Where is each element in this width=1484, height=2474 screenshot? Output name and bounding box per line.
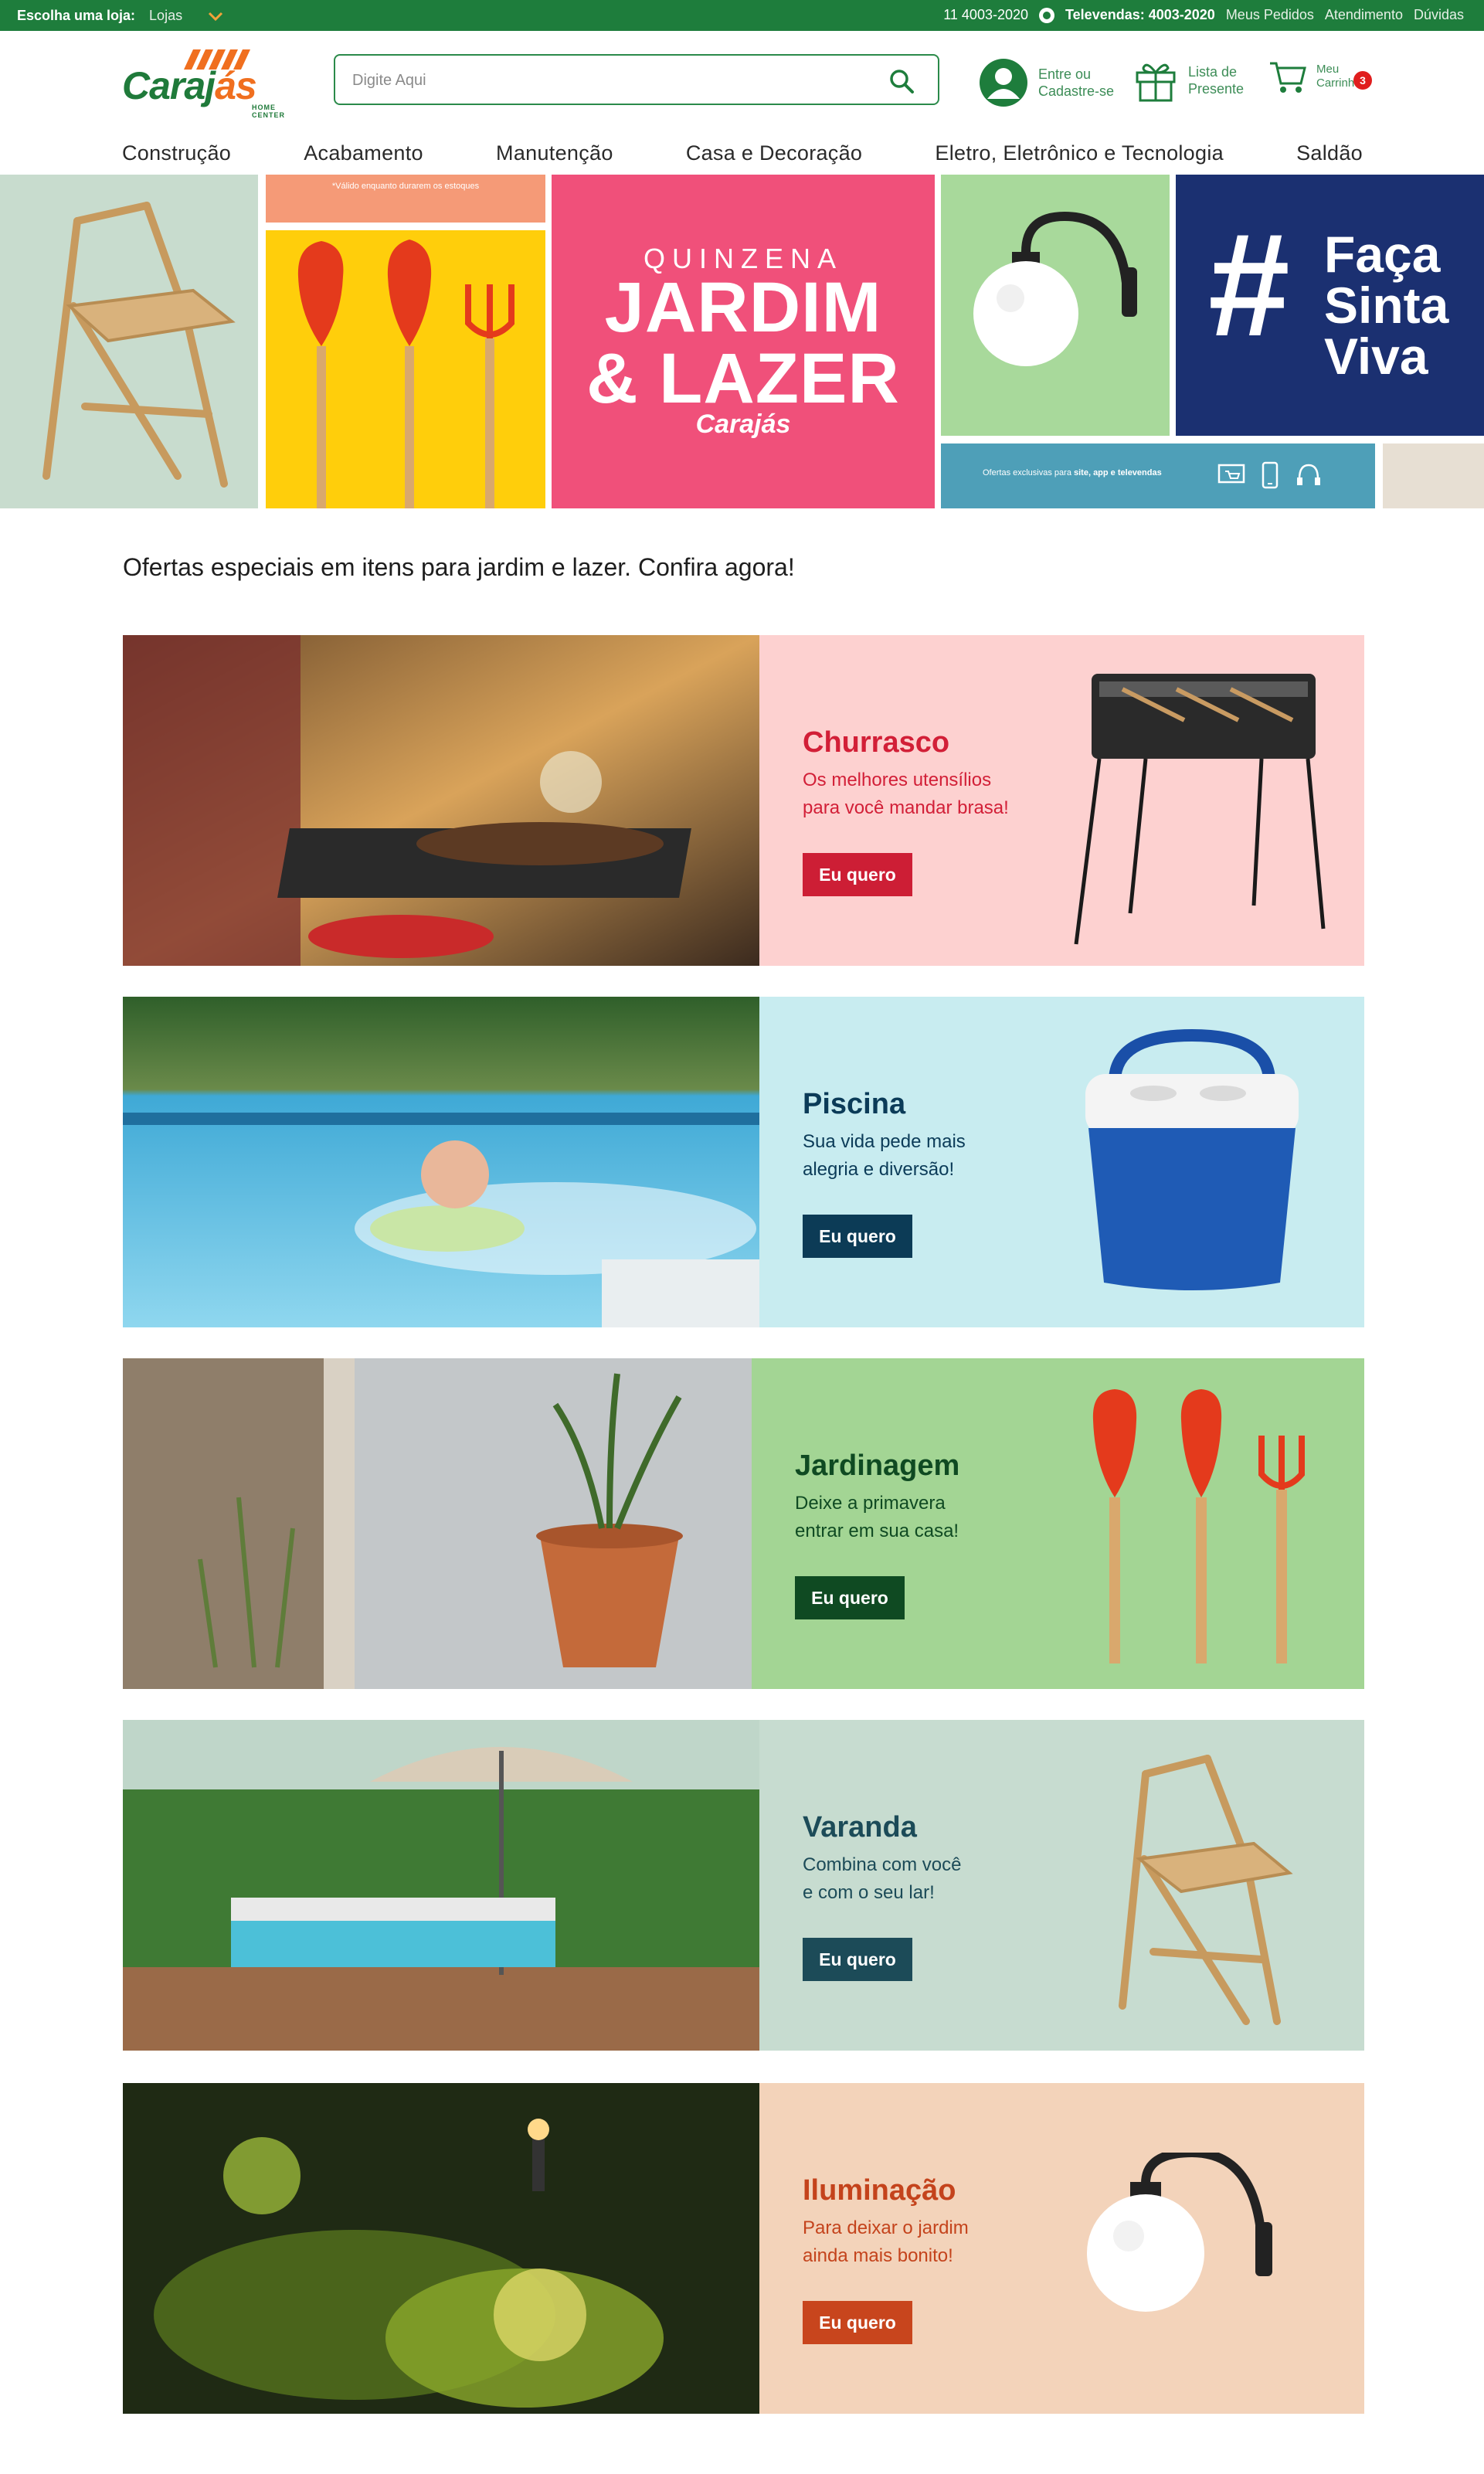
- gift-list-label[interactable]: Lista de Presente: [1188, 63, 1273, 97]
- hero-beige-tile: [1383, 443, 1484, 508]
- wall-lamp-image: [973, 211, 1137, 366]
- logo-tagline: HOME CENTER: [252, 104, 286, 119]
- main-navigation: Construção Acabamento Manutenção Casa e …: [122, 136, 1363, 170]
- barbecue-grill-image: [1074, 674, 1326, 945]
- cart-icon[interactable]: [1268, 57, 1307, 96]
- faq-link[interactable]: Dúvidas: [1414, 7, 1464, 23]
- folding-chair-image: [1119, 1755, 1293, 2025]
- store-selector-value[interactable]: Lojas: [149, 8, 182, 24]
- store-selector-label: Escolha uma loja:: [17, 8, 136, 23]
- gift-icon[interactable]: [1133, 57, 1179, 104]
- gift-list-link[interactable]: Lista de Presente: [1133, 57, 1273, 104]
- hero-banner[interactable]: *Válido enquanto durarem os estoques QUI…: [0, 175, 1484, 508]
- jardinagem-photo: [123, 1358, 752, 1689]
- search-input[interactable]: [351, 70, 861, 91]
- varanda-photo: [123, 1720, 759, 2051]
- televendas-headset-icon: [1297, 464, 1320, 485]
- hero-quinzena-tile[interactable]: QUINZENA JARDIM & LAZER Carajás: [552, 175, 935, 508]
- logo-wordmark: Carajás: [122, 64, 257, 107]
- iluminacao-panel: Iluminação Para deixar o jardim ainda mai…: [759, 2083, 1364, 2414]
- category-banner-churrasco[interactable]: Churrasco Os melhores utensílios para voc…: [123, 635, 1364, 966]
- nav-item-acabamento[interactable]: Acabamento: [304, 141, 423, 165]
- category-banner-iluminacao[interactable]: Iluminação Para deixar o jardim ainda mai…: [123, 2083, 1364, 2414]
- iluminacao-cta-button[interactable]: Eu quero: [803, 2301, 912, 2344]
- section-intro: Ofertas especiais em itens para jardim e…: [123, 553, 795, 581]
- category-banner-varanda[interactable]: Varanda Combina com você e com o seu lar!…: [123, 1720, 1364, 2051]
- whatsapp-icon[interactable]: [1039, 7, 1055, 23]
- churrasco-photo: [123, 635, 759, 966]
- user-icon[interactable]: [978, 57, 1029, 108]
- phone-number[interactable]: 11 4003-2020: [943, 7, 1028, 23]
- nav-item-manutencao[interactable]: Manutenção: [496, 141, 613, 165]
- nav-item-saldao[interactable]: Saldão: [1296, 141, 1363, 165]
- search-box[interactable]: [334, 54, 939, 105]
- hero-chair-tile[interactable]: [0, 175, 258, 508]
- piscina-cta-button[interactable]: Eu quero: [803, 1215, 912, 1258]
- chevron-down-icon[interactable]: [207, 11, 224, 22]
- garden-tools-image: [297, 240, 514, 508]
- hero-faca-sinta-viva-tile[interactable]: # Faça Sinta Viva: [1176, 175, 1484, 436]
- hero-faca-sinta-viva-text: Faça Sinta Viva: [1324, 226, 1449, 385]
- cart-count-badge: 3: [1353, 71, 1372, 90]
- cart-link[interactable]: Meu Carrinho 3: [1268, 57, 1372, 96]
- folding-chair-image: [42, 202, 236, 488]
- my-orders-link[interactable]: Meus Pedidos: [1226, 7, 1314, 23]
- iluminacao-title: Iluminação: [803, 2174, 956, 2207]
- hero-quinzena-brand: Carajás: [695, 410, 791, 439]
- support-link[interactable]: Atendimento: [1325, 7, 1403, 23]
- category-banner-piscina[interactable]: Piscina Sua vida pede mais alegria e dive…: [123, 997, 1364, 1327]
- nav-item-eletro[interactable]: Eletro, Eletrônico e Tecnologia: [935, 141, 1224, 165]
- piscina-panel: Piscina Sua vida pede mais alegria e dive…: [759, 997, 1364, 1327]
- store-selector[interactable]: Escolha uma loja: Lojas: [17, 8, 224, 24]
- account-link[interactable]: Entre ou Cadastre-se: [978, 57, 1123, 108]
- churrasco-description: Os melhores utensílios para você mandar b…: [803, 770, 1009, 818]
- search-icon[interactable]: [888, 68, 915, 94]
- iluminacao-description: Para deixar o jardim ainda mais bonito!: [803, 2217, 969, 2266]
- varanda-title: Varanda: [803, 1811, 917, 1844]
- hero-quinzena-title: JARDIM & LAZER: [586, 268, 900, 418]
- varanda-panel: Varanda Combina com você e com o seu lar!…: [759, 1720, 1364, 2051]
- jardinagem-cta-button[interactable]: Eu quero: [795, 1576, 905, 1619]
- piscina-description: Sua vida pede mais alegria e diversão!: [803, 1131, 966, 1180]
- jardinagem-description: Deixe a primavera entrar em sua casa!: [795, 1493, 959, 1541]
- jardinagem-title: Jardinagem: [795, 1449, 960, 1482]
- exclusive-offers-text: Ofertas exclusivas para site, app e tele…: [983, 468, 1162, 477]
- app-phone-icon: [1262, 461, 1279, 489]
- jardinagem-panel: Jardinagem Deixe a primavera entrar em su…: [752, 1358, 1364, 1689]
- piscina-title: Piscina: [803, 1088, 906, 1120]
- churrasco-title: Churrasco: [803, 726, 950, 759]
- hero-lamp-tile[interactable]: [941, 175, 1170, 436]
- varanda-description: Combina com você e com o seu lar!: [803, 1854, 962, 1903]
- televendas-number[interactable]: Televendas: 4003-2020: [1065, 7, 1215, 23]
- brand-logo[interactable]: Carajás HOME CENTER: [122, 49, 304, 119]
- varanda-cta-button[interactable]: Eu quero: [803, 1938, 912, 1981]
- site-cart-icon: [1217, 464, 1245, 484]
- iluminacao-photo: [123, 2083, 759, 2414]
- cooler-box-image: [1085, 1028, 1299, 1290]
- piscina-photo: [123, 997, 759, 1327]
- garden-tools-set-image: [1092, 1389, 1305, 1663]
- hero-disclaimer: *Válido enquanto durarem os estoques: [266, 175, 545, 223]
- account-label[interactable]: Entre ou Cadastre-se: [1038, 66, 1123, 100]
- nav-item-casa-decoracao[interactable]: Casa e Decoração: [686, 141, 862, 165]
- hero-hash-symbol: #: [1208, 203, 1290, 367]
- hero-exclusive-offers-strip[interactable]: Ofertas exclusivas para site, app e tele…: [941, 443, 1375, 508]
- nav-item-construcao[interactable]: Construção: [122, 141, 231, 165]
- top-utility-bar: Escolha uma loja: Lojas 11 4003-2020 Tel…: [0, 0, 1484, 31]
- hero-tools-tile[interactable]: [266, 230, 545, 508]
- wall-lamp-image: [1087, 2153, 1272, 2312]
- churrasco-panel: Churrasco Os melhores utensílios para voc…: [759, 635, 1364, 966]
- churrasco-cta-button[interactable]: Eu quero: [803, 853, 912, 896]
- category-banner-jardinagem[interactable]: Jardinagem Deixe a primavera entrar em su…: [123, 1358, 1364, 1689]
